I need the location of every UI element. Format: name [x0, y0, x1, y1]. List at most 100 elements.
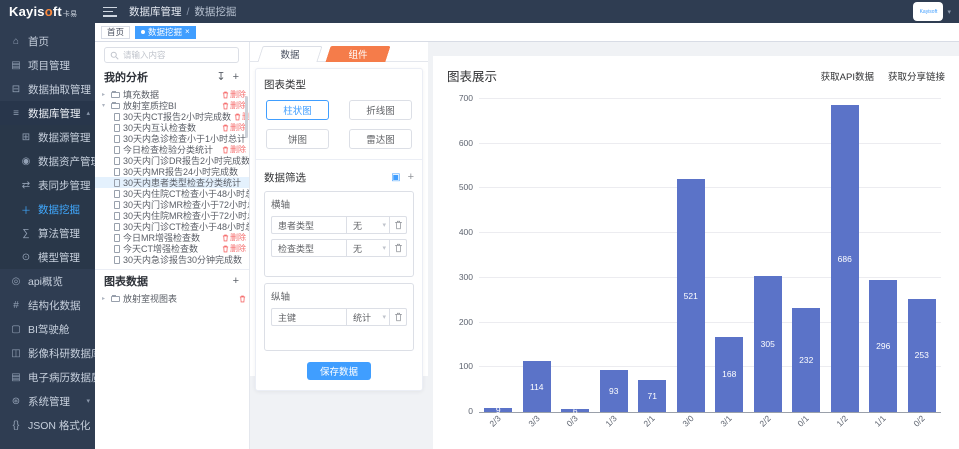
- tree-item[interactable]: 30天内互认检查数删除: [95, 122, 249, 133]
- tree-item[interactable]: 今日检查检验分类统计删除: [95, 144, 249, 155]
- plus-icon[interactable]: +: [233, 72, 239, 83]
- datasource-icon: ⊞: [20, 132, 32, 143]
- field-name: 检查类型: [271, 239, 347, 257]
- caret-right-icon[interactable]: ▸: [102, 295, 108, 302]
- trash-icon-button[interactable]: [239, 295, 246, 303]
- sidebar-item-extract[interactable]: ⊟数据抽取管理▾: [0, 77, 95, 101]
- trash-icon-button[interactable]: [389, 308, 407, 326]
- sidebar-item-emr[interactable]: ▤电子病历数据质控: [0, 365, 95, 389]
- bar: 305: [754, 276, 782, 412]
- get-share-link[interactable]: 获取分享链接: [888, 69, 945, 83]
- caret-right-icon[interactable]: ▸: [102, 91, 108, 98]
- delete-link[interactable]: 删除: [222, 89, 246, 100]
- delete-link[interactable]: 删除: [222, 144, 246, 155]
- tags-bar: 首页 数据挖掘 ×: [95, 23, 959, 42]
- aggregation-select[interactable]: 统计▾: [346, 308, 390, 326]
- y-axis-tick-label: 200: [459, 317, 473, 327]
- breadcrumb-item[interactable]: 数据库管理: [129, 4, 182, 19]
- user-avatar[interactable]: Kayisoft: [913, 2, 943, 21]
- delete-link[interactable]: 删除: [222, 232, 246, 243]
- delete-link[interactable]: 删除: [222, 122, 246, 133]
- sidebar-item-sync[interactable]: ⇄表同步管理: [0, 173, 95, 197]
- trash-icon: [239, 295, 246, 303]
- trash-icon: [394, 220, 403, 230]
- sidebar-item-project[interactable]: ▤项目管理: [0, 53, 95, 77]
- tree-item-label: 30天内患者类型检查分类统计: [123, 177, 241, 188]
- sidebar-item-imaging[interactable]: ◫影像科研数据库: [0, 341, 95, 365]
- caret-down-icon[interactable]: ▾: [102, 102, 108, 109]
- search-input[interactable]: [123, 50, 233, 60]
- sidebar-item-datasource[interactable]: ⊞数据源管理: [0, 125, 95, 149]
- sidebar-item-system[interactable]: ⊛系统管理▾: [0, 389, 95, 413]
- data-filter-header: 数据筛选 ▣ +: [264, 170, 414, 185]
- structured-icon: #: [10, 300, 22, 311]
- y-axis-tick-label: 0: [468, 406, 473, 416]
- tree-item[interactable]: 30天内门诊DR报告2小时完成数: [95, 155, 249, 166]
- x-axis-tick-label: 3/1: [719, 413, 734, 428]
- aggregation-select[interactable]: 无▾: [346, 239, 390, 257]
- tree-item[interactable]: 30天内门诊CT检查小于48小时总计: [95, 221, 249, 232]
- tree-item-label: 30天内急诊检查小于1小时总计: [123, 133, 246, 144]
- tab-home[interactable]: 首页: [101, 26, 130, 39]
- tree-item[interactable]: 30天内MR报告24小时完成数: [95, 166, 249, 177]
- algorithm-icon: ∑: [20, 228, 32, 239]
- delete-link[interactable]: 删除: [222, 100, 246, 111]
- delete-link[interactable]: 删除: [222, 243, 246, 254]
- bar-chart-button[interactable]: 柱状图: [266, 100, 329, 120]
- close-icon[interactable]: ×: [185, 28, 190, 36]
- tree-item[interactable]: 30天内住院MR检查小于72小时总计: [95, 210, 249, 221]
- sidebar-item-api[interactable]: ◎api概览: [0, 269, 95, 293]
- tree-item[interactable]: 30天内急诊检查小于1小时总计: [95, 133, 249, 144]
- sidebar-item-bi[interactable]: ▢BI驾驶舱: [0, 317, 95, 341]
- download-icon[interactable]: ↧: [216, 72, 225, 83]
- trash-icon-button[interactable]: [389, 239, 407, 257]
- tree-item[interactable]: 今日MR增强检查数删除: [95, 232, 249, 243]
- hamburger-icon[interactable]: [103, 7, 117, 17]
- bar-slot: 2320/1: [787, 99, 826, 412]
- scrollbar-thumb[interactable]: [245, 96, 248, 138]
- tree-folder-item[interactable]: ▸ 放射室视图表: [95, 293, 249, 304]
- document-icon: [114, 201, 120, 209]
- bar: 9: [484, 408, 512, 412]
- sidebar-item-home[interactable]: ⌂首页: [0, 29, 95, 53]
- chart-display-title: 图表展示: [447, 66, 497, 85]
- pie-chart-button[interactable]: 饼图: [266, 129, 329, 149]
- tab-component[interactable]: 组件: [328, 46, 388, 62]
- radar-chart-button[interactable]: 雷达图: [349, 129, 412, 149]
- sidebar-item-database[interactable]: ≡数据库管理▴: [0, 101, 95, 125]
- chevron-down-icon[interactable]: ▾: [947, 8, 951, 16]
- tree-item[interactable]: 30天内CT报告2小时完成数删除: [95, 111, 249, 122]
- plus-icon[interactable]: +: [233, 276, 239, 287]
- sidebar-item-json[interactable]: {}JSON 格式化: [0, 413, 95, 437]
- sidebar-item-structured[interactable]: #结构化数据: [0, 293, 95, 317]
- sidebar-item-mining[interactable]: ＋数据挖掘: [0, 197, 95, 221]
- plus-icon[interactable]: +: [408, 172, 414, 183]
- tab-data[interactable]: 数据: [260, 46, 320, 62]
- sidebar-item-label: 电子病历数据质控: [28, 370, 95, 385]
- trash-icon-button[interactable]: [389, 216, 407, 234]
- tree-item[interactable]: 30天内住院CT检查小于48小时总计: [95, 188, 249, 199]
- get-api-data-link[interactable]: 获取API数据: [821, 69, 874, 83]
- tab-data-mining[interactable]: 数据挖掘 ×: [135, 26, 196, 39]
- calendar-icon[interactable]: ▣: [391, 173, 400, 183]
- bar-slot: 2530/2: [903, 99, 942, 412]
- sync-icon: ⇄: [20, 180, 32, 191]
- sidebar-item-model[interactable]: ⊙模型管理: [0, 245, 95, 269]
- tree-item[interactable]: 今天CT增强检查数删除: [95, 243, 249, 254]
- bar-slot: 712/1: [633, 99, 672, 412]
- app-logo: Kayisoft卡易: [0, 4, 95, 19]
- sidebar-item-asset[interactable]: ◉数据资产管理: [0, 149, 95, 173]
- tree-item[interactable]: 30天内患者类型检查分类统计: [95, 177, 249, 188]
- sidebar-item-algorithm[interactable]: ∑算法管理: [0, 221, 95, 245]
- save-data-button[interactable]: 保存数据: [307, 362, 371, 380]
- bars-area: 92/31143/360/3931/3712/15213/01683/13052…: [479, 99, 941, 412]
- trash-icon: [222, 102, 229, 110]
- aggregation-select[interactable]: 无▾: [346, 216, 390, 234]
- extract-icon: ⊟: [10, 84, 22, 95]
- tree-folder-item[interactable]: ▸填充数据删除: [95, 89, 249, 100]
- tree-folder-item[interactable]: ▾放射室质控BI删除: [95, 100, 249, 111]
- tree-item[interactable]: 30天内急诊报告30分钟完成数: [95, 254, 249, 265]
- tree-item-label: 放射室视图表: [123, 293, 177, 304]
- tree-item[interactable]: 30天内门诊MR检查小于72小时总计: [95, 199, 249, 210]
- line-chart-button[interactable]: 折线图: [349, 100, 412, 120]
